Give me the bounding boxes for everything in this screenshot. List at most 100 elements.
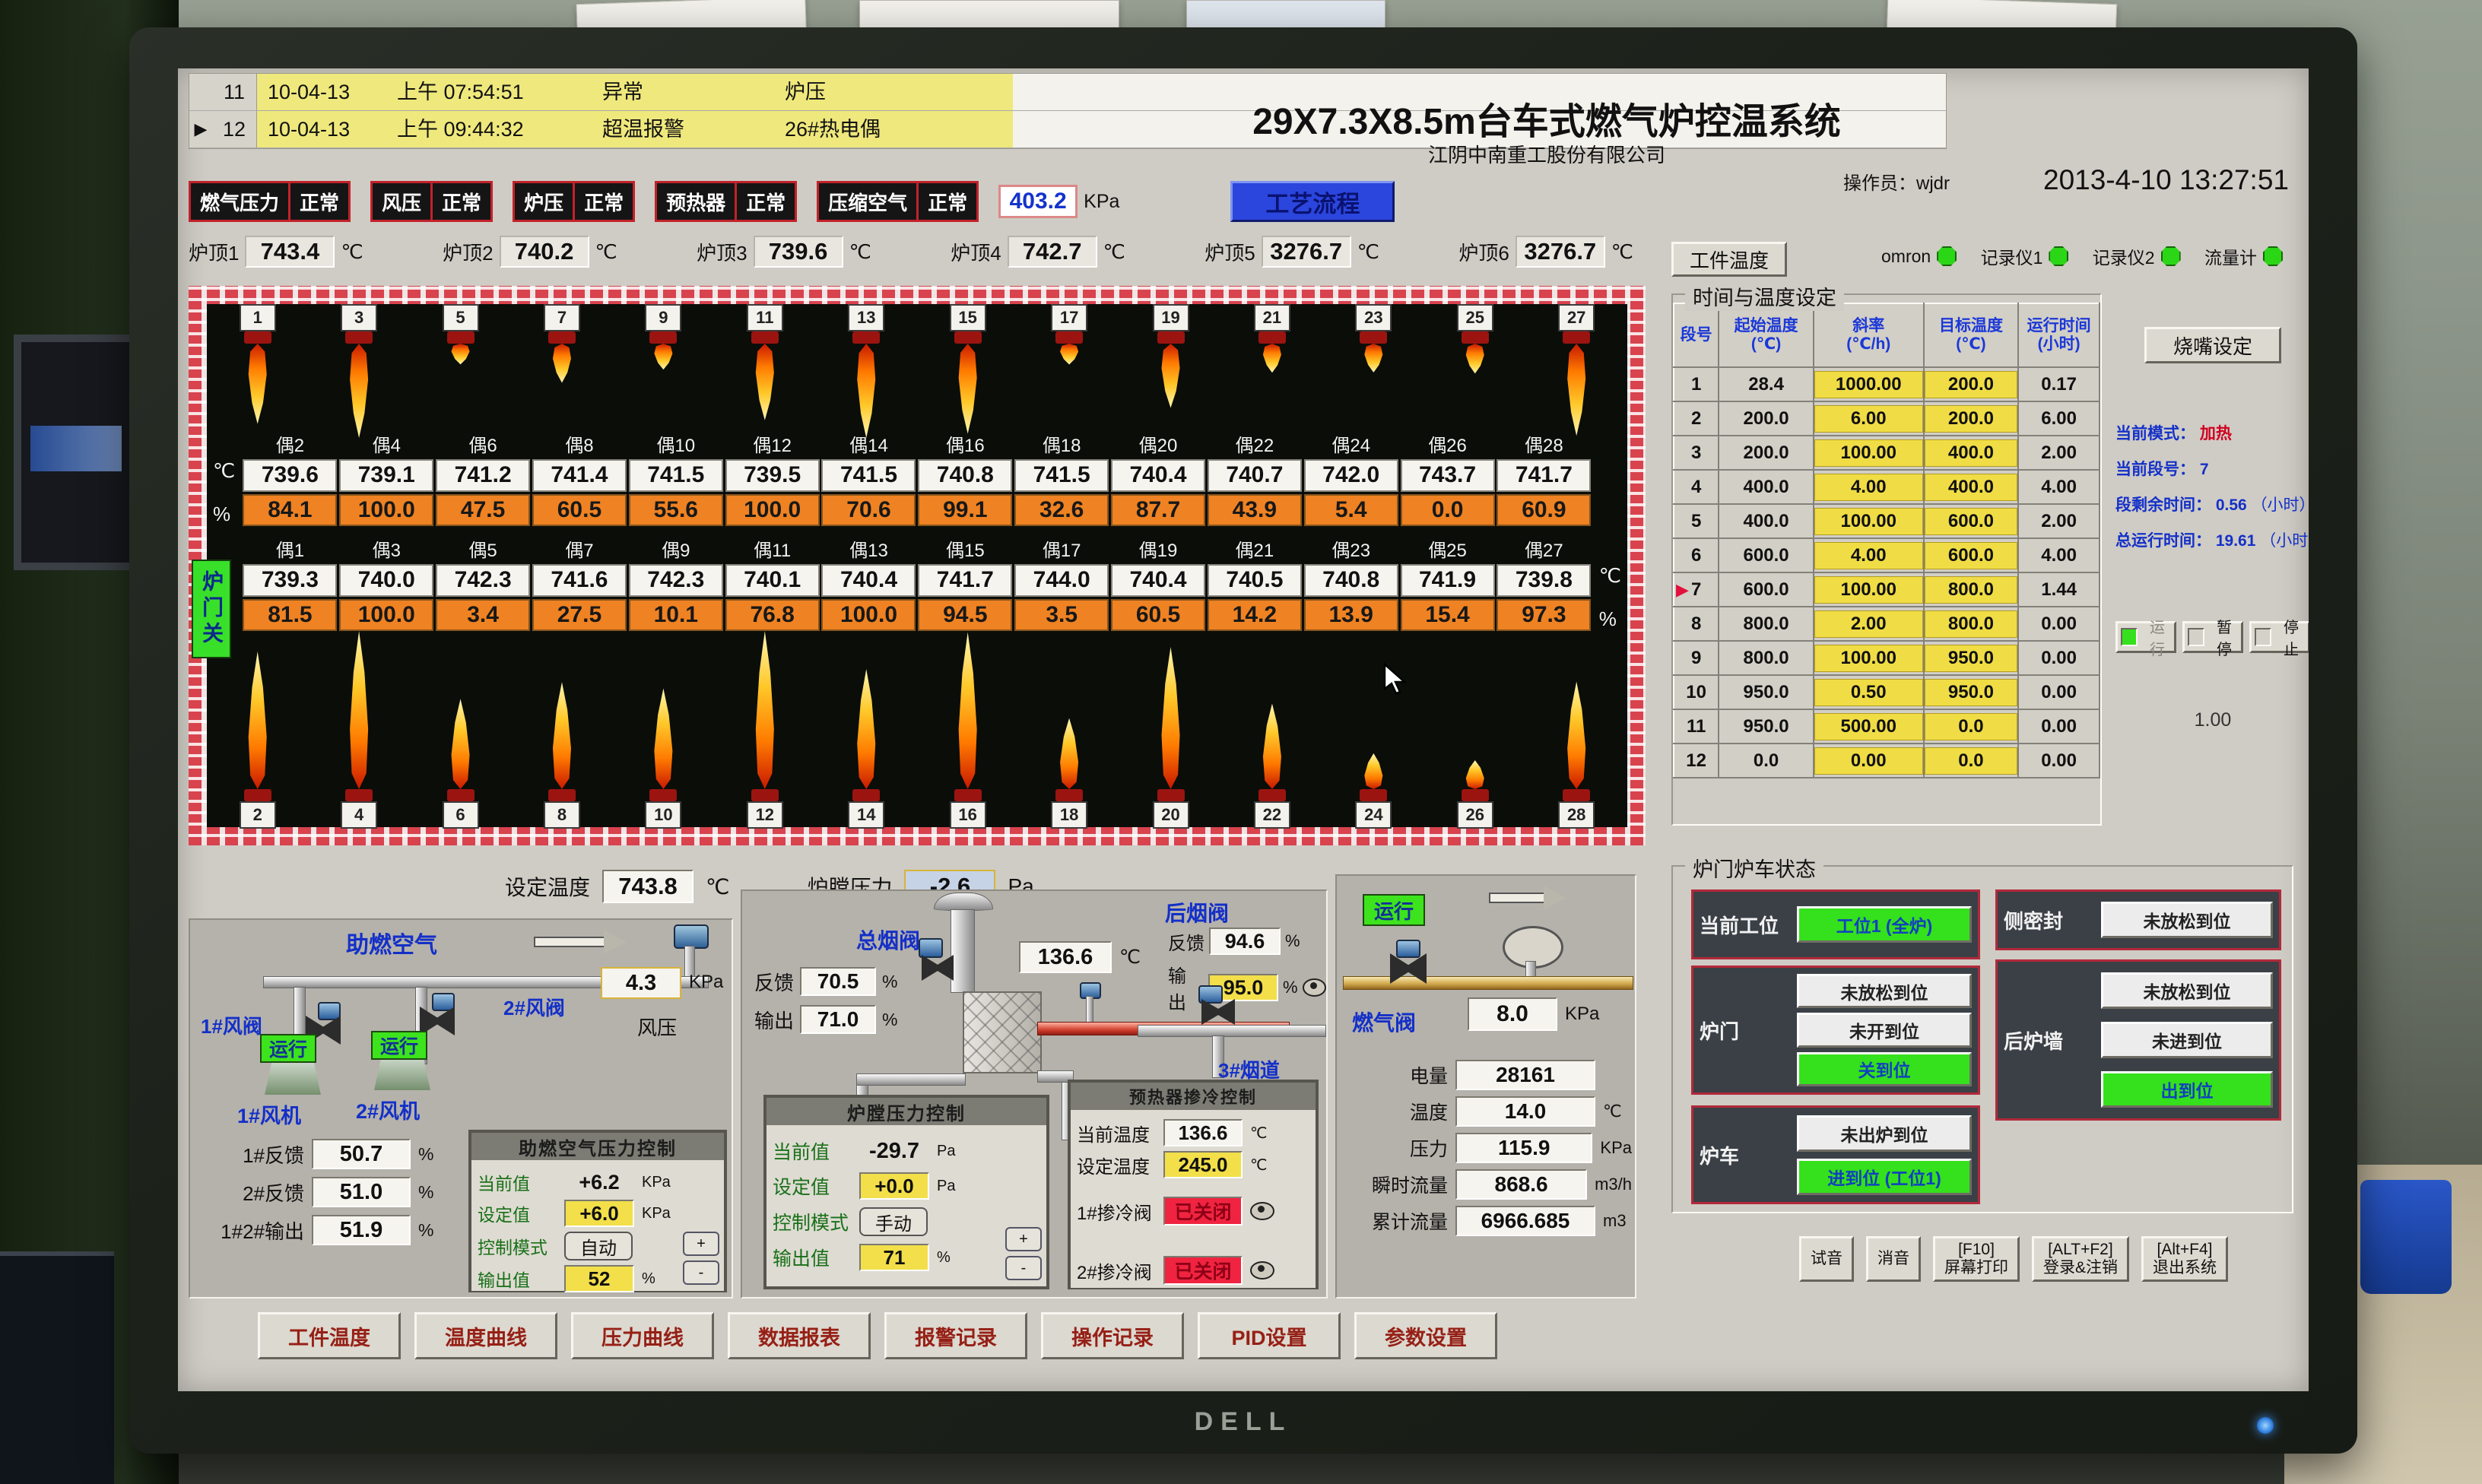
schedule-row: 8 800.0 2.00 800.0 0.00 xyxy=(1674,607,2100,641)
furnace-door-status-badge: 炉门关 xyxy=(192,560,231,658)
tc-units-right: ℃ % xyxy=(1599,564,1621,631)
door-state: 未放松到位 xyxy=(1797,974,1972,1008)
run-info-value: 19.61 xyxy=(2216,532,2256,550)
slope-input[interactable]: 1000.00 xyxy=(1814,371,1923,398)
run-mode-button[interactable]: 停止 xyxy=(2249,621,2309,653)
pct-unit: % xyxy=(1285,931,1300,951)
process-flow-button[interactable]: 工艺流程 xyxy=(1230,181,1395,222)
burner: 15 xyxy=(945,304,991,434)
door-status-states: 未出炉到位进到位 (工位1) xyxy=(1797,1114,1972,1196)
precool-set-input[interactable]: 245.0 xyxy=(1163,1151,1243,1178)
schedule-row: 3 200.0 100.00 400.0 2.00 xyxy=(1674,436,2100,470)
output-unit: % xyxy=(642,1270,655,1288)
thermocouple-output-pct: 100.0 xyxy=(339,599,433,632)
run-mode-button[interactable]: 暂停 xyxy=(2182,621,2243,653)
slope-input[interactable]: 500.00 xyxy=(1814,713,1923,740)
target-temp-input[interactable]: 200.0 xyxy=(1925,371,2018,398)
slope-input[interactable]: 0.50 xyxy=(1814,679,1923,706)
target-temp-input[interactable]: 800.0 xyxy=(1925,576,2018,604)
menu-button[interactable]: 操作记录 xyxy=(1041,1312,1184,1359)
flame-icon xyxy=(957,344,979,434)
segment-number: 2 xyxy=(1674,408,1718,430)
compressed-air-pressure: 403.2 KPa xyxy=(998,185,1119,218)
burner-nozzle-icon xyxy=(244,789,271,801)
door-status-box: 炉车 未出炉到位进到位 (工位1) xyxy=(1691,1105,1980,1204)
menu-button[interactable]: 温度曲线 xyxy=(414,1312,557,1359)
system-button[interactable]: [F10] 屏幕打印 xyxy=(1933,1236,2020,1282)
door-state: 关到位 xyxy=(1797,1052,1972,1086)
run-hours: 0.00 xyxy=(2019,750,2099,772)
gas-info-row: 温度 14.0 ℃ xyxy=(1343,1096,1632,1127)
burner-nozzle-icon xyxy=(1563,789,1590,801)
current-value: -29.7 xyxy=(859,1139,929,1164)
thermocouple-label: 偶3 xyxy=(373,535,401,562)
target-temp-input[interactable]: 600.0 xyxy=(1925,542,2018,569)
mode-button[interactable]: 手动 xyxy=(859,1207,928,1236)
thermocouple-label: 偶27 xyxy=(1525,535,1563,562)
eye-icon[interactable] xyxy=(1303,978,1326,997)
eye-icon[interactable] xyxy=(1250,1202,1274,1220)
menu-button[interactable]: 压力曲线 xyxy=(571,1312,714,1359)
burner-settings-button[interactable]: 烧嘴设定 xyxy=(2144,327,2281,363)
gas-info-value: 28161 xyxy=(1455,1060,1595,1090)
thermocouple-output-pct: 60.5 xyxy=(532,494,627,527)
decrease-button[interactable]: - xyxy=(683,1260,719,1285)
door-status-states: 未放松到位未进到位出到位 xyxy=(2101,968,2273,1112)
menu-button[interactable]: 报警记录 xyxy=(884,1312,1027,1359)
precool-current-label: 当前温度 xyxy=(1077,1120,1156,1146)
set-value-input[interactable]: +0.0 xyxy=(859,1172,929,1200)
slope-input[interactable]: 100.00 xyxy=(1814,576,1923,604)
slope-input[interactable]: 0.00 xyxy=(1814,747,1923,775)
target-temp-input[interactable]: 950.0 xyxy=(1925,679,2018,706)
burner: 7 xyxy=(539,304,585,383)
burner: 23 xyxy=(1350,304,1396,373)
menu-button[interactable]: 参数设置 xyxy=(1354,1312,1497,1359)
menu-button[interactable]: 工件温度 xyxy=(258,1312,401,1359)
thermocouple-cell: 偶19 740.4 60.5 xyxy=(1111,535,1205,631)
target-temp-input[interactable]: 950.0 xyxy=(1925,645,2018,672)
thermocouple-temp: 740.4 xyxy=(821,564,916,597)
output-input[interactable]: 71 xyxy=(859,1244,929,1271)
target-temp-input[interactable]: 400.0 xyxy=(1925,474,2018,501)
burner-nozzle-icon xyxy=(1360,789,1387,801)
system-button[interactable]: 消音 xyxy=(1866,1236,1921,1282)
menu-button[interactable]: 数据报表 xyxy=(728,1312,871,1359)
thermocouple-cell: 偶15 741.7 94.5 xyxy=(918,535,1012,631)
target-temp-input[interactable]: 600.0 xyxy=(1925,508,2018,535)
slope-input[interactable]: 6.00 xyxy=(1814,405,1923,433)
target-temp-input[interactable]: 0.0 xyxy=(1925,713,2018,740)
status-indicator-state: 正常 xyxy=(573,181,635,222)
target-temp-input[interactable]: 800.0 xyxy=(1925,610,2018,638)
mode-button[interactable]: 自动 xyxy=(564,1232,633,1260)
menu-button[interactable]: PID设置 xyxy=(1198,1312,1341,1359)
target-temp-input[interactable]: 200.0 xyxy=(1925,405,2018,433)
device-link: omron xyxy=(1881,246,1957,267)
output-input[interactable]: 52 xyxy=(564,1265,634,1292)
system-button[interactable]: [Alt+F4] 退出系统 xyxy=(2141,1236,2228,1282)
roof-temp-unit: ℃ xyxy=(1103,240,1125,264)
roof-temp-label: 炉顶1 xyxy=(189,238,239,266)
gas-valve-label: 燃气阀 xyxy=(1352,1007,1416,1037)
target-temp-input[interactable]: 0.0 xyxy=(1925,747,2018,775)
slope-input[interactable]: 4.00 xyxy=(1814,474,1923,501)
burner-number: 1 xyxy=(240,304,276,331)
system-button[interactable]: [ALT+F2] 登录&注销 xyxy=(2032,1236,2129,1282)
door-status-states: 未放松到位未开到位关到位 xyxy=(1797,974,1972,1086)
alarm-source: 炉压 xyxy=(785,74,1013,110)
increase-button[interactable]: + xyxy=(1005,1227,1042,1251)
run-mode-button[interactable]: 运行 xyxy=(2115,621,2176,653)
eye-icon[interactable] xyxy=(1250,1261,1274,1279)
slope-input[interactable]: 100.00 xyxy=(1814,508,1923,535)
slope-input[interactable]: 100.00 xyxy=(1814,645,1923,672)
slope-input[interactable]: 2.00 xyxy=(1814,610,1923,638)
set-value-input[interactable]: +6.0 xyxy=(564,1200,634,1227)
workpiece-temp-button[interactable]: 工件温度 xyxy=(1671,242,1787,277)
schedule-row: 12 0.0 0.00 0.0 0.00 xyxy=(1674,744,2100,778)
slope-input[interactable]: 100.00 xyxy=(1814,439,1923,467)
system-button[interactable]: 试音 xyxy=(1799,1236,1854,1282)
increase-button[interactable]: + xyxy=(683,1232,719,1256)
slope-input[interactable]: 4.00 xyxy=(1814,542,1923,569)
mode-label: 控制模式 xyxy=(773,1208,852,1235)
decrease-button[interactable]: - xyxy=(1005,1256,1042,1280)
target-temp-input[interactable]: 400.0 xyxy=(1925,439,2018,467)
